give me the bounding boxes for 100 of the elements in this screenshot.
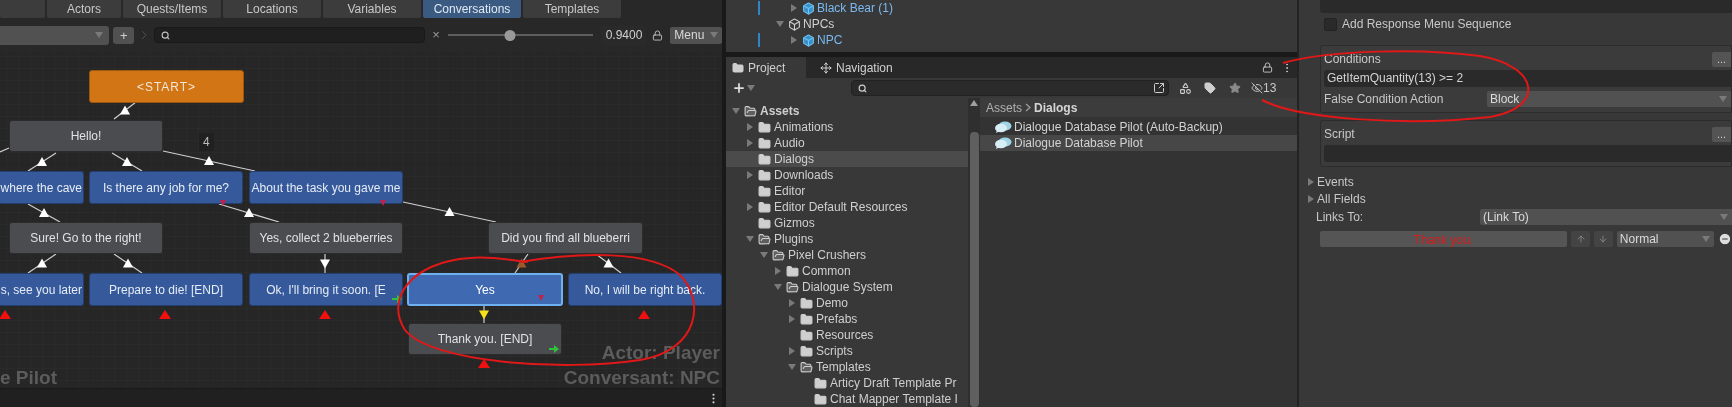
- breadcrumb-item[interactable]: Assets: [986, 98, 1022, 117]
- scroll-up-icon[interactable]: [970, 100, 978, 106]
- more-button[interactable]: ...: [1712, 51, 1731, 67]
- tab[interactable]: Navigation: [814, 57, 899, 78]
- tab[interactable]: Templates: [523, 0, 621, 18]
- tag-icon[interactable]: [1204, 82, 1216, 94]
- menu-button[interactable]: Menu: [670, 26, 722, 44]
- false-action-dropdown[interactable]: Block: [1487, 91, 1731, 107]
- connector-arrow: [27, 203, 61, 223]
- folder-row[interactable]: Plugins: [726, 231, 968, 247]
- folder-row[interactable]: Scripts: [726, 343, 968, 359]
- folder-row[interactable]: Common: [726, 263, 968, 279]
- collapsed-caret-icon[interactable]: [790, 36, 798, 44]
- asset-row[interactable]: Dialogue Database Pilot (Auto-Backup): [980, 119, 1297, 135]
- folder-icon: [758, 168, 771, 182]
- folder-row[interactable]: Animations: [726, 119, 968, 135]
- expanded-caret-icon[interactable]: [774, 283, 782, 291]
- folder-row[interactable]: Chat Mapper Template I: [726, 391, 968, 407]
- dropdown-caret-icon[interactable]: [747, 84, 755, 92]
- move-up-button[interactable]: [1571, 231, 1590, 247]
- dialogue-node[interactable]: Did you find all blueberri: [488, 222, 643, 254]
- folder-icon: [814, 376, 827, 390]
- more-button[interactable]: ...: [1712, 126, 1731, 142]
- clear-search-button[interactable]: ×: [432, 25, 440, 45]
- dropdown-caret-icon[interactable]: [95, 31, 104, 39]
- dialogue-node[interactable]: Yes: [407, 273, 563, 306]
- hierarchy-item[interactable]: NPCs: [803, 15, 835, 33]
- tab[interactable]: Actors: [47, 0, 121, 18]
- dropdown-caret-icon[interactable]: [710, 31, 718, 39]
- tab[interactable]: Project: [726, 57, 806, 78]
- dialogue-node[interactable]: where the cave: [0, 171, 84, 204]
- expanded-caret-icon[interactable]: [776, 20, 784, 28]
- folder-row[interactable]: Gizmos: [726, 215, 968, 231]
- asset-row[interactable]: Dialogue Database Pilot: [980, 135, 1297, 151]
- dropdown-caret-icon[interactable]: [1719, 95, 1727, 103]
- hierarchy-item[interactable]: Black Bear (1): [817, 0, 894, 17]
- search-field[interactable]: [851, 80, 1169, 96]
- collapsed-caret-icon[interactable]: [746, 203, 754, 211]
- add-icon[interactable]: [732, 81, 746, 95]
- folder-row[interactable]: Pixel Crushers: [726, 247, 968, 263]
- expanded-caret-icon[interactable]: [732, 107, 740, 115]
- conditions-field[interactable]: GetItemQuantity(13) >= 2: [1324, 70, 1731, 87]
- breadcrumb-item[interactable]: Dialogs: [1034, 98, 1078, 117]
- slider-thumb[interactable]: [504, 29, 516, 41]
- folder-row[interactable]: Dialogs: [726, 151, 968, 167]
- lock-icon[interactable]: [652, 29, 664, 41]
- remove-icon[interactable]: [1718, 232, 1732, 246]
- folder-row[interactable]: Demo: [726, 295, 968, 311]
- connector-arrow: [27, 253, 57, 274]
- dialogue-node[interactable]: Ok, I'll bring it soon. [E: [249, 273, 403, 306]
- hidden-icon[interactable]: [1251, 82, 1263, 94]
- folder-row[interactable]: Assets: [726, 103, 968, 119]
- zoom-slider[interactable]: [447, 29, 593, 41]
- section-label: Conditions: [1324, 51, 1381, 68]
- add-button[interactable]: +: [113, 26, 135, 44]
- folder-row[interactable]: Articy Draft Template Pr: [726, 375, 968, 391]
- collapsed-caret-icon[interactable]: [774, 267, 782, 275]
- dropdown-caret-icon[interactable]: [1720, 213, 1728, 221]
- folder-row[interactable]: Downloads: [726, 167, 968, 183]
- collapsed-caret-icon[interactable]: [788, 347, 796, 355]
- folder-row[interactable]: Dialogue System: [726, 279, 968, 295]
- collapsed-caret-icon[interactable]: [790, 4, 798, 12]
- lock-icon[interactable]: [1262, 62, 1273, 73]
- dialogue-node[interactable]: Hello!: [9, 120, 163, 152]
- dialogue-node[interactable]: Sure! Go to the right!: [9, 222, 163, 254]
- foldout-label[interactable]: All Fields: [1317, 189, 1366, 208]
- folder-row[interactable]: Editor Default Resources: [726, 199, 968, 215]
- popout-icon[interactable]: [1153, 82, 1165, 94]
- links-to-dropdown[interactable]: (Link To): [1480, 209, 1732, 225]
- folder-row[interactable]: Audio: [726, 135, 968, 151]
- foldout-label[interactable]: Events: [1317, 172, 1354, 191]
- folder-icon: [800, 312, 813, 326]
- folder-row[interactable]: Resources: [726, 327, 968, 343]
- tab[interactable]: Quests/Items: [123, 0, 221, 18]
- dialogue-node[interactable]: Is there any job for me?: [89, 171, 243, 204]
- dialogue-node[interactable]: About the task you gave me: [249, 171, 403, 204]
- scrollbar[interactable]: [968, 98, 980, 407]
- folder-row[interactable]: Prefabs: [726, 311, 968, 327]
- scroll-thumb[interactable]: [969, 132, 979, 407]
- dialogue-node[interactable]: Yes, collect 2 blueberries: [249, 222, 403, 254]
- conversation-dropdown[interactable]: [0, 25, 110, 45]
- dialogue-node[interactable]: Prepare to die! [END]: [89, 273, 243, 306]
- tab[interactable]: Variables: [323, 0, 421, 18]
- collapsed-caret-icon[interactable]: [746, 171, 754, 179]
- shapes-icon[interactable]: [1179, 81, 1192, 95]
- move-down-button[interactable]: [1593, 231, 1613, 247]
- dialogue-node[interactable]: Thank you. [END]: [408, 323, 562, 355]
- hierarchy-item[interactable]: NPC: [817, 31, 843, 49]
- dialogue-node[interactable]: s, see you later: [0, 273, 84, 306]
- folder-icon: [758, 200, 771, 214]
- folder-row[interactable]: Editor: [726, 183, 968, 199]
- arrow-up-icon: [1575, 234, 1586, 244]
- dropdown-caret-icon[interactable]: [1702, 235, 1711, 243]
- tab[interactable]: Conversations: [423, 0, 521, 18]
- folder-row[interactable]: Templates: [726, 359, 968, 375]
- expanded-caret-icon[interactable]: [788, 363, 796, 371]
- search-field[interactable]: [154, 27, 426, 43]
- star-icon[interactable]: [1229, 82, 1241, 94]
- tab[interactable]: Locations: [223, 0, 321, 18]
- priority-dropdown[interactable]: Normal: [1616, 231, 1715, 247]
